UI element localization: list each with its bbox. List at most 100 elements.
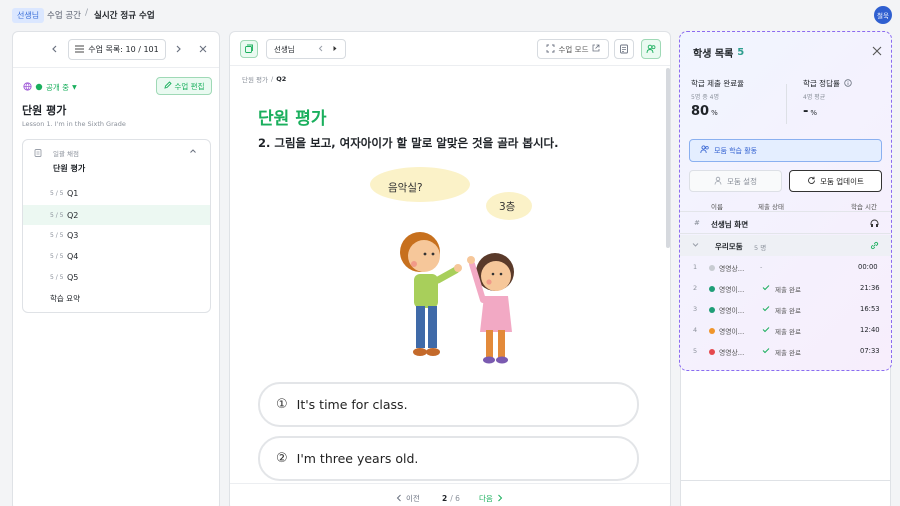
question-list-item-q4[interactable]: 5 / 5 Q4 (23, 247, 210, 266)
headset-icon (870, 219, 879, 230)
content-panel: 선생님 수업 모드 단원 평가 / Q2 단원 평가 2. 그림을 보고, 여자… (229, 31, 671, 506)
link-icon[interactable] (870, 241, 879, 252)
teacher-screen-label: 선생님 화면 (711, 220, 749, 229)
user-avatar[interactable]: 철욱 (874, 6, 892, 24)
chevron-up-icon[interactable] (189, 147, 197, 157)
student-row[interactable]: 4 영영이... 제출 완료 12:40 (680, 320, 891, 341)
breadcrumb-separator: / (85, 8, 89, 18)
question-list-item-q2[interactable]: 5 / 5 Q2 (23, 205, 210, 225)
children-illustration (380, 212, 550, 372)
option-text: I'm three years old. (296, 451, 419, 466)
student-number: 5 (693, 347, 698, 355)
group-users-icon (700, 145, 710, 156)
group-title: 단원 평가 (53, 164, 86, 173)
item-score: 5 / 5 (50, 232, 64, 239)
students-icon[interactable] (641, 39, 661, 59)
prev-lesson-chevron-icon[interactable] (48, 42, 62, 56)
divider (230, 483, 670, 484)
divider (13, 67, 219, 68)
student-number: 3 (693, 305, 698, 313)
student-number: 4 (693, 326, 698, 334)
answer-option-2[interactable]: ② I'm three years old. (258, 436, 639, 481)
document-icon[interactable] (614, 39, 634, 59)
group-grading-tag: 일괄 채점 (53, 150, 79, 158)
learning-time: 07:33 (860, 347, 880, 355)
student-table-header: 이름 제출 상태 학습 시간 (680, 198, 891, 212)
student-row[interactable]: 1 영영상... - 00:00 (680, 257, 891, 278)
student-list-header: 학생 목록 5 (693, 45, 744, 60)
student-row[interactable]: 2 영영이... 제출 완료 21:36 (680, 278, 891, 299)
chevron-left-icon[interactable] (318, 45, 324, 54)
question-list-item-q1[interactable]: 5 / 5 Q1 (23, 184, 210, 203)
student-row[interactable]: 5 영영상... 제출 완료 07:33 (680, 341, 891, 362)
lesson-list-button[interactable]: 수업 목록: 10 / 101 (68, 39, 166, 60)
item-score: 5 / 5 (50, 211, 64, 219)
close-icon[interactable] (196, 42, 210, 56)
group-setting-button[interactable]: 모둠 설정 (689, 170, 782, 192)
item-score: 5 / 5 (50, 253, 64, 260)
lesson-mode-label: 수업 모드 (558, 44, 589, 54)
student-number: 2 (693, 284, 698, 292)
student-name: 영영이... (719, 286, 745, 294)
status-dot (709, 286, 715, 292)
expand-icon (546, 44, 555, 55)
student-count: 5 (737, 47, 745, 58)
book-icon[interactable] (240, 40, 258, 58)
breadcrumb-class-space[interactable]: 수업 공간 (47, 9, 81, 21)
student-list-popover: 학생 목록 5 학급 제출 완료율 5명 중 4명 80 % 학급 정답률 4명… (679, 31, 892, 371)
column-time: 학습 시간 (851, 203, 877, 211)
chevron-right-icon[interactable] (332, 45, 338, 54)
refresh-icon (807, 176, 816, 187)
clipboard-icon (34, 148, 42, 159)
student-number: 1 (693, 263, 698, 271)
breadcrumb-question: Q2 (276, 75, 287, 83)
question-list-item-q3[interactable]: 5 / 5 Q3 (23, 226, 210, 245)
next-page-label: 다음 (479, 494, 493, 503)
close-icon[interactable] (870, 44, 884, 58)
breadcrumb-current-class: 실시간 정규 수업 (94, 11, 155, 21)
question-list-item-q5[interactable]: 5 / 5 Q5 (23, 268, 210, 287)
prev-page-button[interactable]: 이전 (396, 493, 420, 504)
page-current: 2 (442, 494, 448, 503)
submission-rate-value: 80 % (691, 104, 718, 119)
caret-down-icon: ▼ (72, 84, 77, 91)
student-row[interactable]: 3 영영이... 제출 완료 16:53 (680, 299, 891, 320)
accuracy-value: - % (803, 104, 817, 119)
item-label: Q4 (67, 252, 79, 261)
accuracy-number: - (803, 104, 809, 119)
learning-time: 00:00 (858, 263, 878, 271)
group-update-button[interactable]: 모둠 업데이트 (789, 170, 882, 192)
item-score: 5 / 5 (50, 274, 64, 281)
content-scrollbar[interactable] (666, 68, 670, 248)
lesson-mode-button[interactable]: 수업 모드 (537, 39, 609, 59)
learning-summary-item[interactable]: 학습 요약 (50, 293, 80, 304)
breadcrumb-assessment[interactable]: 단원 평가 (242, 74, 268, 84)
stat-divider (786, 84, 787, 124)
option-number: ① (276, 397, 288, 412)
check-icon (762, 305, 770, 314)
teacher-screen-row[interactable]: # 선생님 화면 (680, 213, 891, 234)
lesson-list-label: 수업 목록: 10 / 101 (88, 45, 159, 54)
visibility-dropdown[interactable]: 공개 중 ▼ (23, 82, 77, 93)
submission-rate-label: 학급 제출 완료율 (691, 79, 745, 88)
student-name: 영영상... (719, 349, 745, 357)
page-total: / 6 (450, 494, 460, 503)
accuracy-label: 학급 정답률 (803, 79, 840, 88)
submission-status: 제출 완료 (775, 349, 801, 357)
teacher-select[interactable]: 선생님 (266, 39, 346, 59)
chevron-down-icon[interactable] (692, 241, 699, 250)
group-activity-button[interactable]: 모둠 학습 활동 (689, 139, 882, 162)
question-text: 2. 그림을 보고, 여자아이가 할 말로 알맞은 것을 골라 봅시다. (258, 136, 559, 150)
content-breadcrumb: 단원 평가 / Q2 (242, 74, 286, 84)
top-bar: 선생님 수업 공간 / 실시간 정규 수업 철욱 (0, 0, 900, 31)
status-dot (709, 307, 715, 313)
info-icon[interactable] (844, 78, 852, 89)
answer-option-1[interactable]: ① It's time for class. (258, 382, 639, 427)
next-page-button[interactable]: 다음 (479, 493, 503, 504)
next-lesson-chevron-icon[interactable] (171, 42, 185, 56)
page-indicator: 2 / 6 (442, 494, 460, 503)
status-dot (709, 349, 715, 355)
group-row[interactable]: 우리모둠 5 명 (680, 235, 891, 256)
edit-lesson-button[interactable]: 수업 편집 (156, 77, 212, 95)
column-name: 이름 (711, 203, 723, 211)
